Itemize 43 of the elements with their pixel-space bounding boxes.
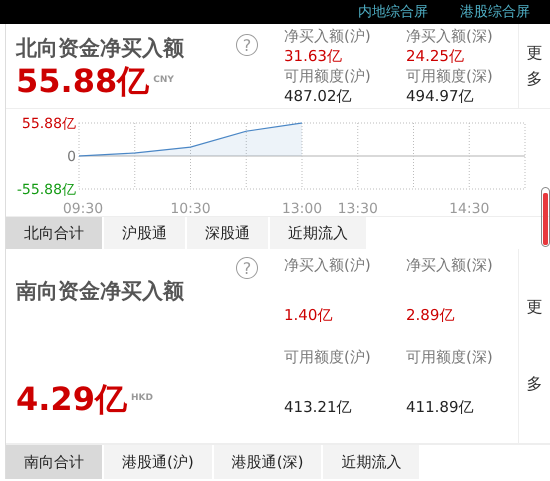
- panel-title: 北向资金净买入额: [16, 35, 184, 62]
- axis-label: 09:30: [62, 201, 104, 216]
- axis-label: -55.88亿: [16, 182, 76, 198]
- stat-value: 494.97亿: [406, 86, 474, 106]
- stat-value: 413.21亿: [284, 397, 352, 417]
- axis-label: 10:30: [170, 201, 211, 216]
- tab[interactable]: 北向合计: [6, 217, 104, 249]
- currency-label: CNY: [153, 75, 174, 86]
- stat-label: 可用额度(沪): [284, 66, 372, 86]
- stat-label: 可用额度(沪): [284, 347, 372, 367]
- axis-label: 0: [67, 149, 76, 165]
- panel-title: 南向资金净买入额: [16, 278, 184, 305]
- axis-label: 13:30: [338, 201, 378, 216]
- tab[interactable]: 近期流入: [270, 217, 368, 249]
- stat-label: 可用额度(深): [406, 347, 494, 367]
- tab[interactable]: 深股通: [187, 217, 270, 249]
- stat-label: 净买入额(沪): [284, 26, 372, 46]
- nav-link[interactable]: 港股综合屏: [460, 3, 530, 21]
- tab[interactable]: 港股通(沪): [104, 445, 214, 479]
- total-value: 4.29亿: [16, 382, 127, 417]
- total-value: 55.88亿: [16, 64, 150, 100]
- more-link[interactable]: 更多: [526, 40, 542, 92]
- stat-label: 可用额度(深): [406, 66, 494, 86]
- axis-label: 13:00: [282, 201, 322, 216]
- more-link[interactable]: 更多: [526, 269, 542, 423]
- stat-value: 24.25亿: [406, 46, 465, 66]
- tab[interactable]: 近期流入: [323, 445, 422, 479]
- tab[interactable]: 南向合计: [6, 445, 104, 479]
- axis-label: 55.88亿: [22, 116, 76, 132]
- tab[interactable]: 港股通(深): [214, 445, 324, 479]
- stat-label: 净买入额(深): [406, 26, 494, 46]
- stat-value: 2.89亿: [406, 305, 456, 325]
- stat-value: 487.02亿: [284, 86, 352, 106]
- scrollbar[interactable]: [541, 187, 550, 247]
- stat-value: 1.40亿: [284, 305, 334, 325]
- currency-label: HKD: [130, 393, 153, 403]
- tab[interactable]: 沪股通: [104, 217, 187, 249]
- nav-link[interactable]: 内地综合屏: [358, 3, 428, 21]
- stat-label: 净买入额(沪): [284, 255, 372, 275]
- stat-label: 净买入额(深): [406, 255, 494, 275]
- stat-value: 31.63亿: [284, 46, 343, 66]
- stat-value: 411.89亿: [406, 397, 474, 417]
- axis-label: 14:30: [449, 201, 490, 216]
